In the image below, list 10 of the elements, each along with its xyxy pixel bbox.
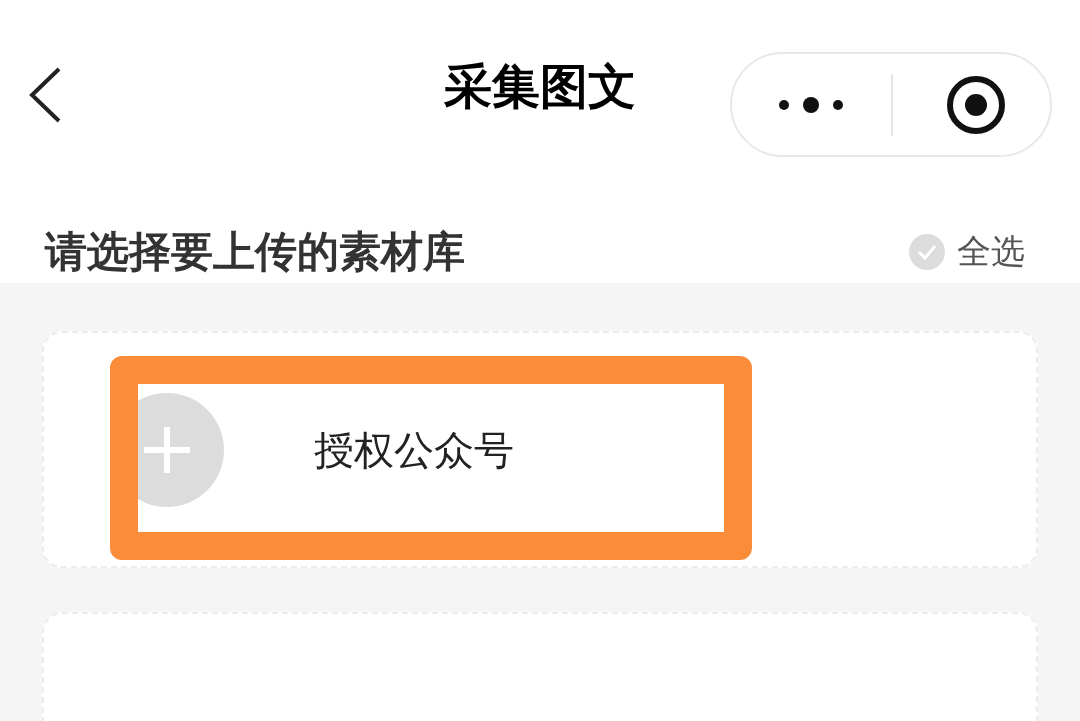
page-title: 采集图文 [444, 62, 636, 110]
back-icon[interactable] [28, 66, 62, 124]
plus-icon [142, 424, 192, 475]
close-icon[interactable] [946, 74, 1006, 135]
check-circle-icon [909, 233, 945, 270]
more-icon[interactable] [778, 94, 844, 115]
library-card[interactable]: 授权公众号 [42, 331, 1038, 568]
section-title: 请选择要上传的素材库 [45, 226, 465, 278]
authorize-label: 授权公众号 [314, 425, 514, 475]
select-all-toggle[interactable]: 全选 [909, 226, 1025, 277]
